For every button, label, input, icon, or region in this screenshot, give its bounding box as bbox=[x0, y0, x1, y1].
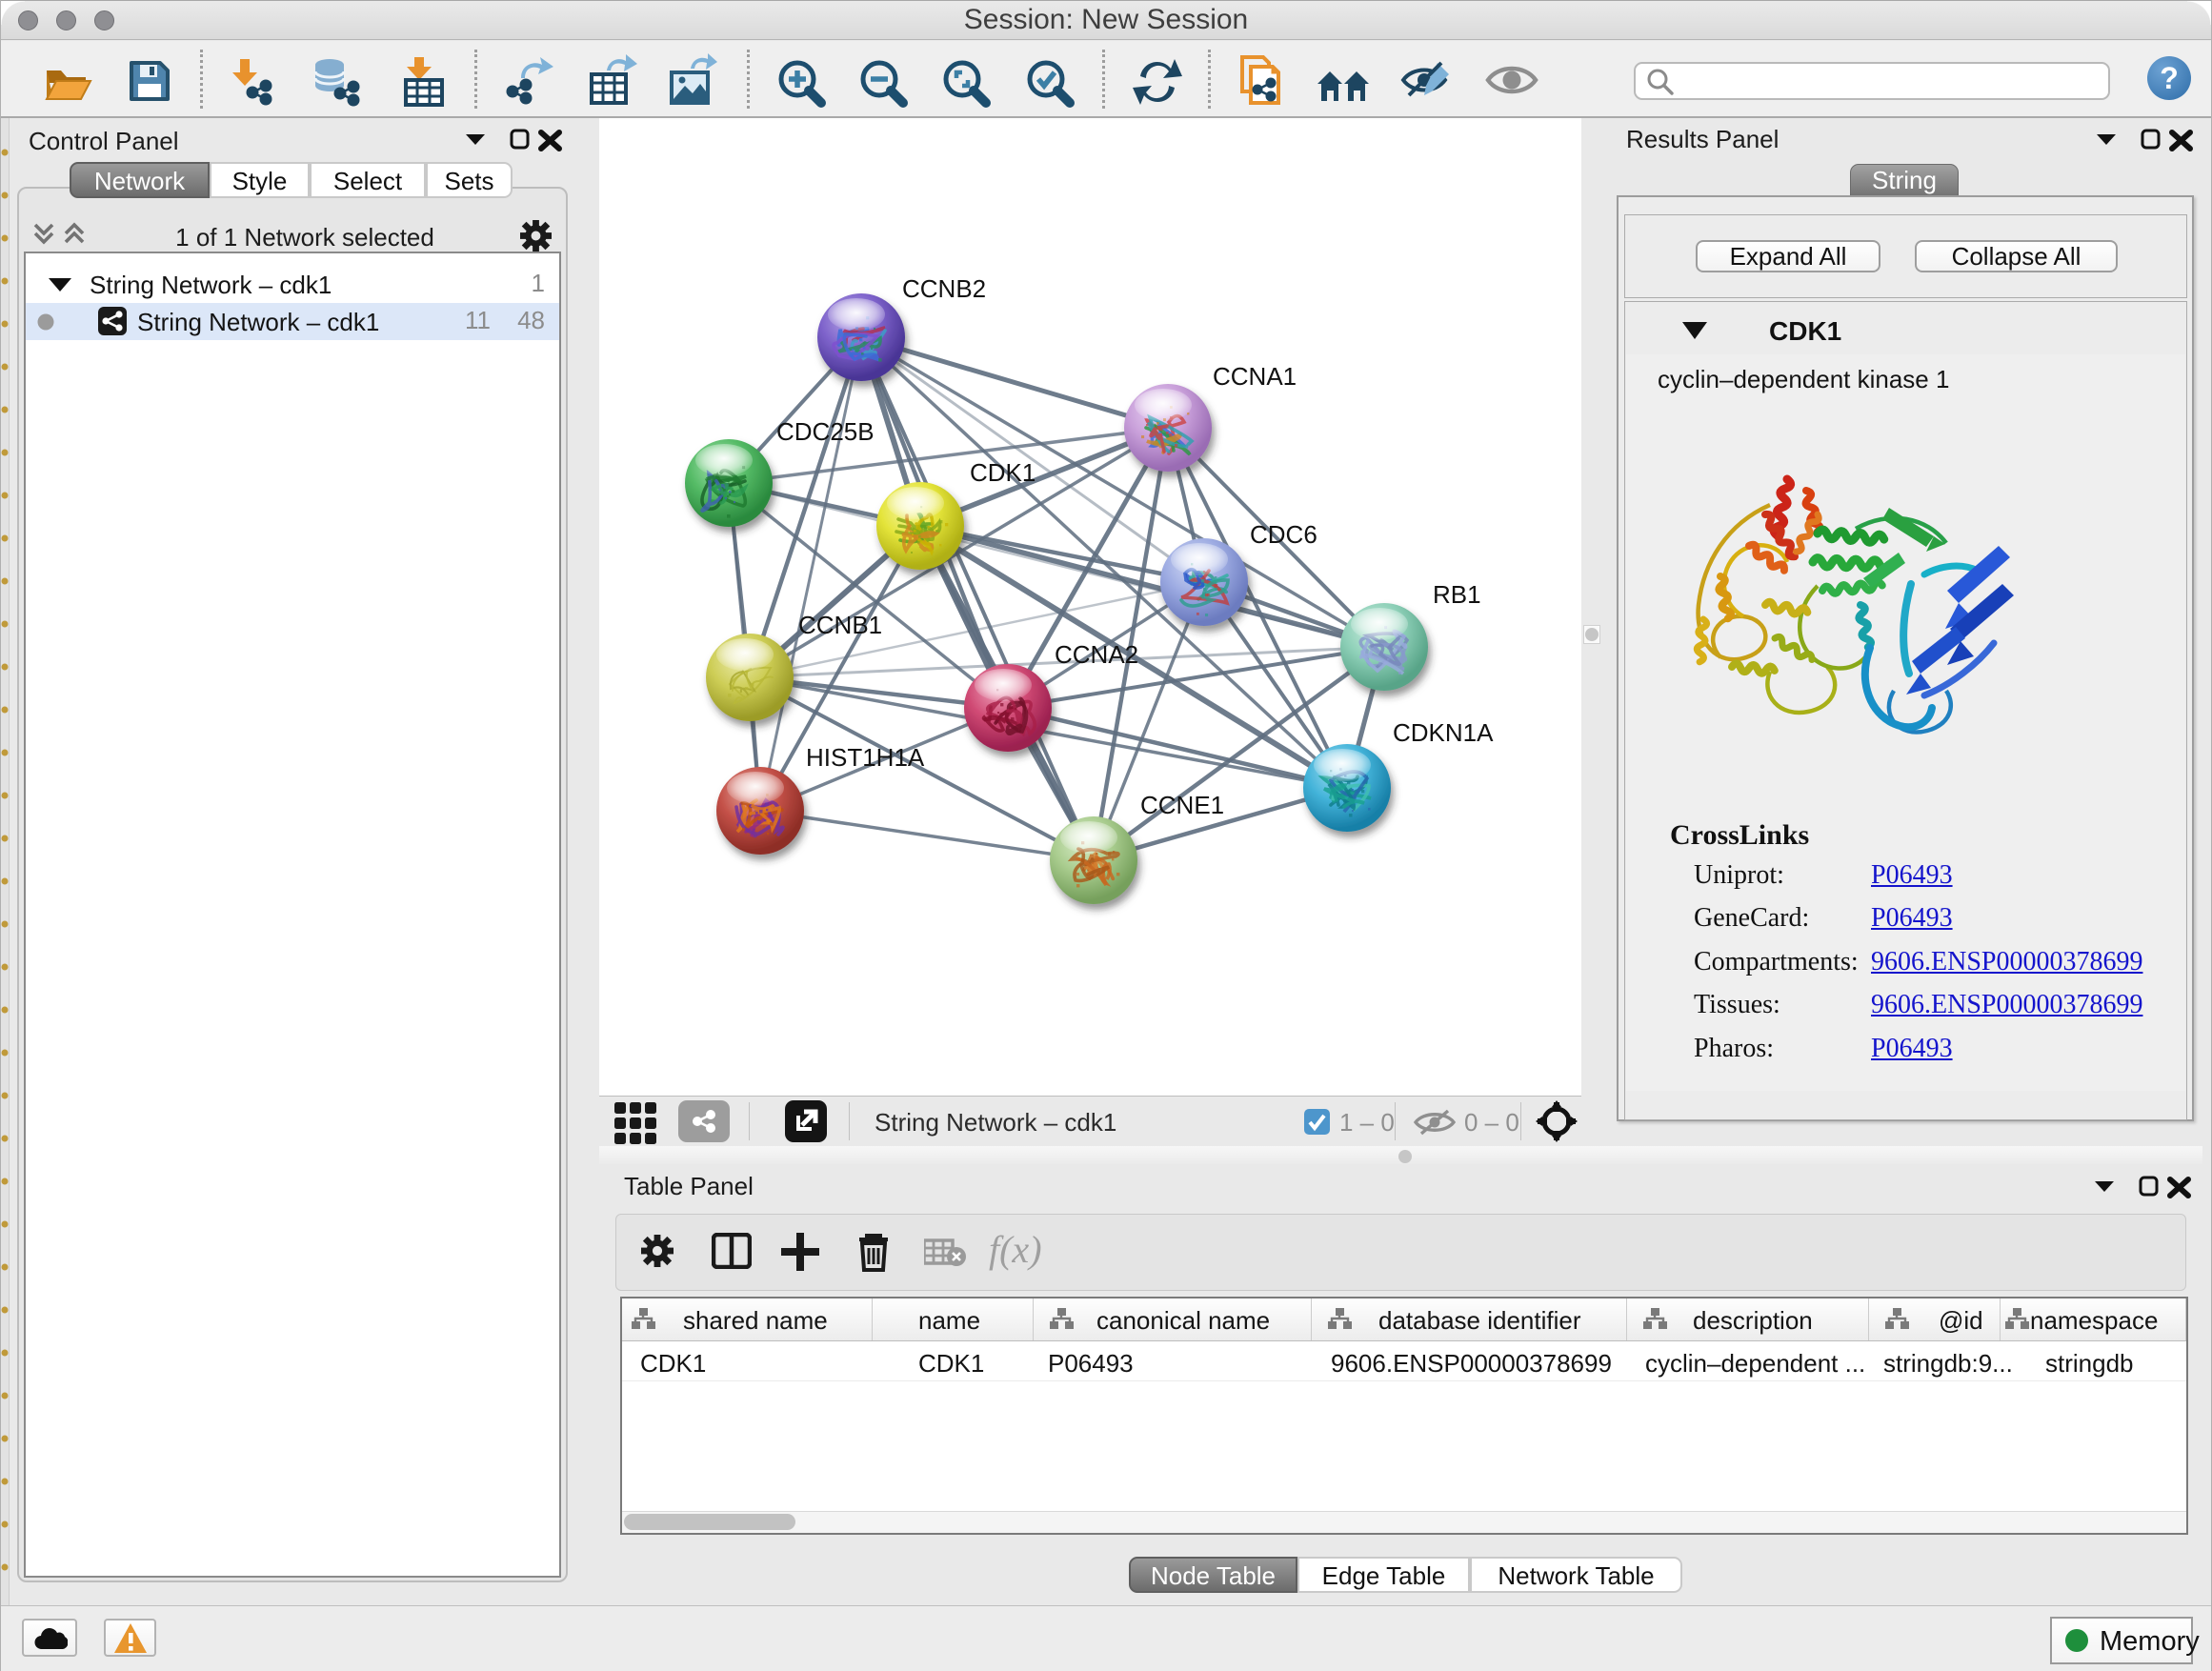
svg-text:CDC25B: CDC25B bbox=[776, 417, 875, 446]
svg-text:CCNB2: CCNB2 bbox=[902, 274, 986, 303]
svg-text:CCNB1: CCNB1 bbox=[798, 611, 882, 639]
svg-text:CDC6: CDC6 bbox=[1250, 520, 1317, 549]
svg-text:CCNE1: CCNE1 bbox=[1140, 791, 1224, 819]
svg-text:HIST1H1A: HIST1H1A bbox=[806, 743, 925, 772]
svg-text:RB1: RB1 bbox=[1433, 580, 1481, 609]
svg-text:CDK1: CDK1 bbox=[970, 458, 1036, 487]
svg-text:CDKN1A: CDKN1A bbox=[1393, 718, 1494, 747]
svg-text:CCNA1: CCNA1 bbox=[1213, 362, 1297, 391]
svg-text:CCNA2: CCNA2 bbox=[1055, 640, 1138, 669]
